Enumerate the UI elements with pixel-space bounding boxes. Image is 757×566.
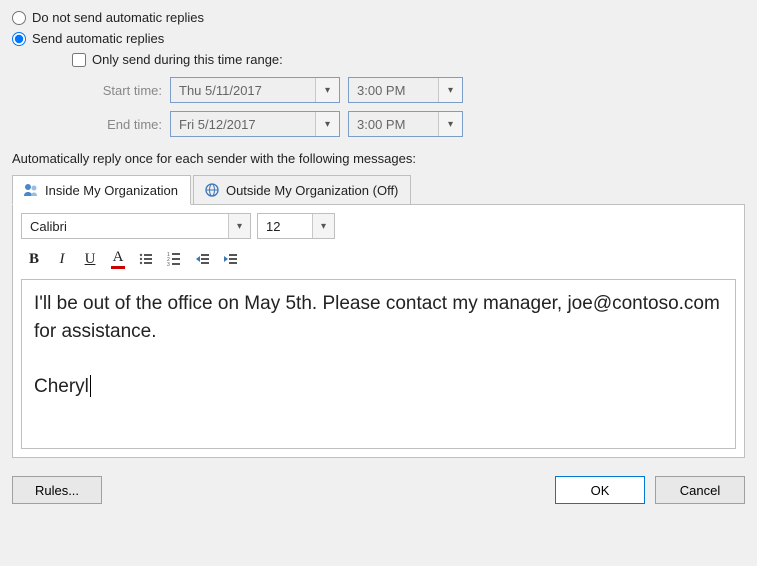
rules-button[interactable]: Rules... — [12, 476, 102, 504]
end-time-label: End time: — [72, 117, 162, 132]
globe-icon — [204, 182, 220, 198]
cancel-button[interactable]: Cancel — [655, 476, 745, 504]
radio-send-label: Send automatic replies — [32, 31, 164, 46]
start-date-combo[interactable]: Thu 5/11/2017 ▾ — [170, 77, 340, 103]
chevron-down-icon[interactable]: ▾ — [315, 112, 339, 136]
formatting-toolbar: B I U A 123 — [21, 245, 736, 279]
end-time-value: 3:00 PM — [349, 117, 438, 132]
time-range-grid: Start time: Thu 5/11/2017 ▾ 3:00 PM ▾ En… — [72, 77, 745, 137]
end-date-combo[interactable]: Fri 5/12/2017 ▾ — [170, 111, 340, 137]
tab-outside-organization[interactable]: Outside My Organization (Off) — [193, 175, 411, 205]
time-range-checkbox[interactable] — [72, 53, 86, 67]
start-date-value: Thu 5/11/2017 — [171, 83, 315, 98]
radio-do-not-send[interactable]: Do not send automatic replies — [12, 10, 745, 25]
font-color-button[interactable]: A — [105, 247, 131, 271]
font-size-combo[interactable]: 12 ▾ — [257, 213, 335, 239]
radio-do-not-send-label: Do not send automatic replies — [32, 10, 204, 25]
underline-button[interactable]: U — [77, 247, 103, 271]
italic-button[interactable]: I — [49, 247, 75, 271]
chevron-down-icon[interactable]: ▾ — [312, 214, 334, 238]
tab-outside-label: Outside My Organization (Off) — [226, 183, 398, 198]
start-time-combo[interactable]: 3:00 PM ▾ — [348, 77, 463, 103]
font-size-value: 12 — [258, 219, 312, 234]
svg-text:3: 3 — [167, 262, 170, 267]
decrease-indent-button[interactable] — [189, 247, 215, 271]
end-time-combo[interactable]: 3:00 PM ▾ — [348, 111, 463, 137]
chevron-down-icon[interactable]: ▾ — [438, 78, 462, 102]
tabs: Inside My Organization Outside My Organi… — [12, 174, 745, 204]
end-date-value: Fri 5/12/2017 — [171, 117, 315, 132]
editor-panel: Calibri ▾ 12 ▾ B I U A 123 I'll be out o… — [12, 204, 745, 458]
chevron-down-icon[interactable]: ▾ — [438, 112, 462, 136]
radio-send[interactable]: Send automatic replies — [12, 31, 745, 46]
ok-button[interactable]: OK — [555, 476, 645, 504]
font-name-value: Calibri — [22, 219, 228, 234]
dialog-footer: Rules... OK Cancel — [12, 476, 745, 504]
time-range-checkbox-row[interactable]: Only send during this time range: — [72, 52, 745, 67]
numbered-list-button[interactable]: 123 — [161, 247, 187, 271]
message-text: I'll be out of the office on May 5th. Pl… — [34, 293, 725, 397]
tab-inside-organization[interactable]: Inside My Organization — [12, 175, 191, 205]
time-range-checkbox-label: Only send during this time range: — [92, 52, 283, 67]
text-cursor — [90, 375, 91, 397]
message-textarea[interactable]: I'll be out of the office on May 5th. Pl… — [21, 279, 736, 449]
chevron-down-icon[interactable]: ▾ — [228, 214, 250, 238]
chevron-down-icon[interactable]: ▾ — [315, 78, 339, 102]
section-label: Automatically reply once for each sender… — [12, 151, 745, 166]
radio-do-not-send-input[interactable] — [12, 11, 26, 25]
users-icon — [23, 182, 39, 198]
bullet-list-button[interactable] — [133, 247, 159, 271]
start-time-label: Start time: — [72, 83, 162, 98]
increase-indent-button[interactable] — [217, 247, 243, 271]
radio-send-input[interactable] — [12, 32, 26, 46]
tab-inside-label: Inside My Organization — [45, 183, 178, 198]
start-time-value: 3:00 PM — [349, 83, 438, 98]
bold-button[interactable]: B — [21, 247, 47, 271]
font-name-combo[interactable]: Calibri ▾ — [21, 213, 251, 239]
